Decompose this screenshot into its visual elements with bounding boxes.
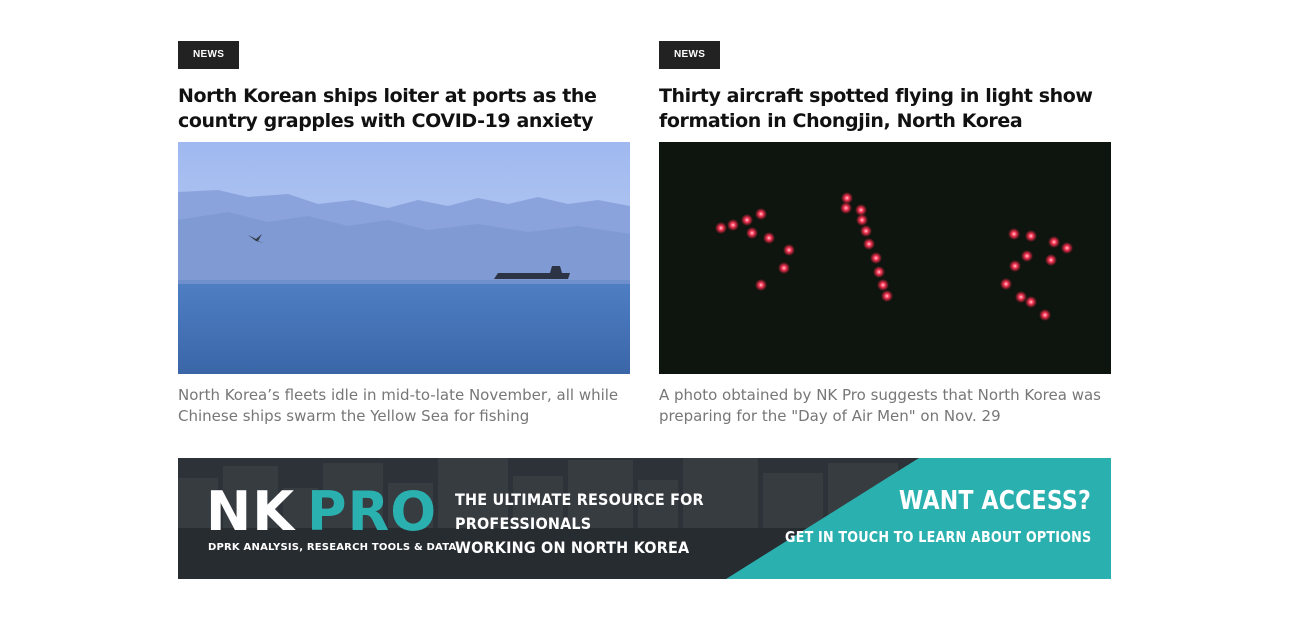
banner-tagline: THE ULTIMATE RESOURCE FOR PROFESSIONALS … [455,490,704,557]
banner-cta-subtitle: GET IN TOUCH TO LEARN ABOUT OPTIONS [784,528,1091,546]
article-image-aircraft-lights[interactable] [659,142,1111,374]
article-image-ships-at-sea[interactable] [178,142,630,374]
article-caption: A photo obtained by NK Pro suggests that… [659,386,1101,425]
banner-cta-title: WANT ACCESS? [898,486,1091,516]
article-card-aircraft: NEWS Thirty aircraft spotted flying in l… [659,41,1111,427]
banner-subtitle: DPRK ANALYSIS, RESEARCH TOOLS & DATA [208,542,457,553]
nk-pro-banner-ad[interactable]: NK PRO DPRK ANALYSIS, RESEARCH TOOLS & DA… [178,458,1111,579]
news-badge[interactable]: NEWS [178,41,240,69]
article-headline[interactable]: North Korean ships loiter at ports as th… [178,84,630,134]
news-badge[interactable]: NEWS [659,41,721,69]
article-headline[interactable]: Thirty aircraft spotted flying in light … [659,84,1111,134]
article-card-ships: NEWS North Korean ships loiter at ports … [178,41,630,427]
article-caption: North Korea’s fleets idle in mid-to-late… [178,386,619,425]
nk-pro-logo: NK PRO [206,480,438,543]
